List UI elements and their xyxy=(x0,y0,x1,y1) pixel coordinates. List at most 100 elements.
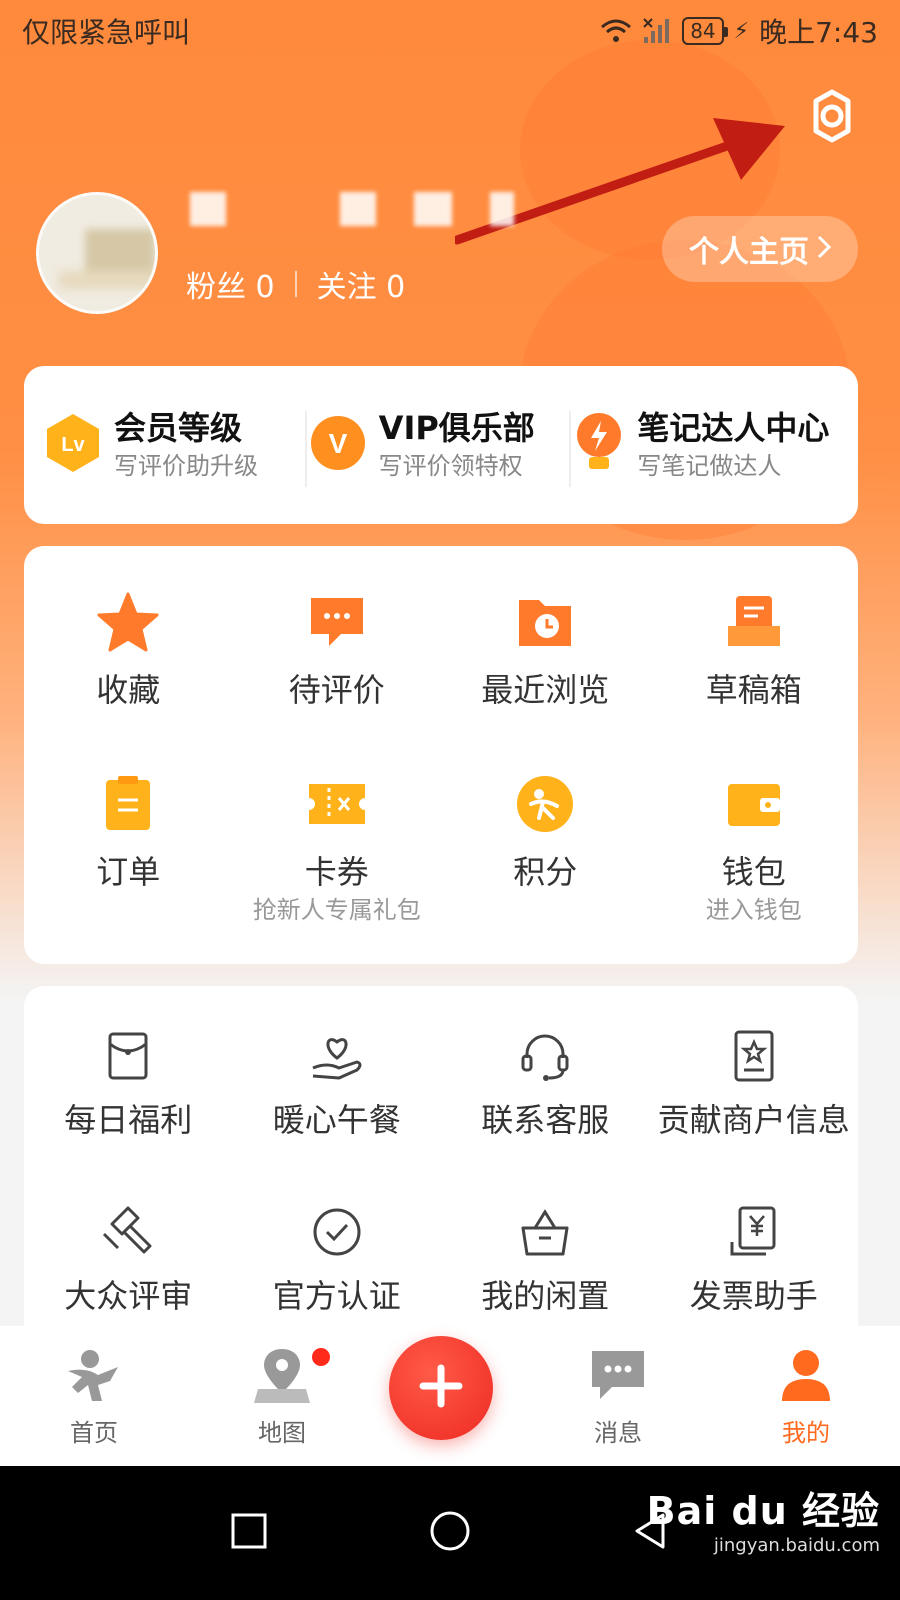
charging-icon: ⚡ xyxy=(733,18,750,44)
grid-label: 官方认证 xyxy=(272,1277,401,1315)
tab-label: 我的 xyxy=(782,1419,830,1447)
tab-map[interactable]: 地图 xyxy=(202,1345,362,1448)
pending-review-button[interactable]: 待评价 xyxy=(233,590,442,712)
grid-label: 待评价 xyxy=(288,671,385,709)
svg-text:V: V xyxy=(328,428,347,459)
grid-label: 最近浏览 xyxy=(481,671,610,709)
heart-hand-icon xyxy=(309,1028,365,1088)
public-review-button[interactable]: 大众评审 xyxy=(24,1204,233,1318)
watermark-logo: Bai du 经验 xyxy=(646,1489,880,1533)
grid-label: 积分 xyxy=(513,853,578,891)
draft-box-icon xyxy=(722,590,786,658)
tab-messages[interactable]: 消息 xyxy=(538,1345,698,1448)
home-mascot-icon xyxy=(64,1345,124,1409)
warm-lunch-button[interactable]: 暖心午餐 xyxy=(233,1028,442,1142)
star-icon xyxy=(96,590,160,658)
grid-label: 每日福利 xyxy=(64,1101,193,1139)
my-idle-items-button[interactable]: 我的闲置 xyxy=(441,1204,650,1318)
gavel-icon xyxy=(100,1204,156,1264)
coupons-button[interactable]: 卡券 抢新人专属礼包 xyxy=(233,772,442,926)
username-redacted xyxy=(490,192,514,226)
comment-icon xyxy=(305,590,369,658)
member-level-entry[interactable]: Lv 会员等级 写评价助升级 xyxy=(44,407,309,483)
svg-text:Lv: Lv xyxy=(61,434,85,456)
membership-card: Lv 会员等级 写评价助升级 V VIP俱乐部 写评价领特权 笔记达人中心 写笔… xyxy=(24,366,858,524)
signal-icon xyxy=(642,17,672,45)
bulb-bolt-icon xyxy=(573,411,625,479)
services-row-2: 大众评审 官方认证 我的闲置 发票助手 xyxy=(24,1204,858,1318)
shortcuts-card: 收藏 待评价 最近浏览 草稿箱 订单 卡券 抢新人专属礼包 积分 钱包 进入钱包 xyxy=(24,546,858,964)
tab-me[interactable]: 我的 xyxy=(726,1345,886,1448)
wallet-icon xyxy=(722,772,786,840)
orders-button[interactable]: 订单 xyxy=(24,772,233,926)
carrier-text: 仅限紧急呼叫 xyxy=(22,16,191,49)
grid-label: 我的闲置 xyxy=(481,1277,610,1315)
grid-label: 暖心午餐 xyxy=(272,1101,401,1139)
official-cert-button[interactable]: 官方认证 xyxy=(233,1204,442,1318)
vip-row-title: 笔记达人中心 xyxy=(637,409,830,447)
home-button[interactable] xyxy=(426,1507,474,1559)
username-redacted xyxy=(414,192,452,226)
status-icons: 84 ⚡ 晚上7:43 xyxy=(600,11,878,51)
invoice-helper-button[interactable]: 发票助手 xyxy=(650,1204,859,1318)
red-envelope-icon xyxy=(100,1028,156,1088)
homepage-button[interactable]: 个人主页 xyxy=(662,216,858,282)
grid-label: 联系客服 xyxy=(481,1101,610,1139)
vip-row-title: VIP俱乐部 xyxy=(378,409,535,447)
favorites-button[interactable]: 收藏 xyxy=(24,590,233,712)
wallet-button[interactable]: 钱包 进入钱包 xyxy=(650,772,859,926)
draft-box-button[interactable]: 草稿箱 xyxy=(650,590,859,712)
vip-club-entry[interactable]: V VIP俱乐部 写评价领特权 xyxy=(304,407,574,487)
clock-time: 晚上7:43 xyxy=(759,16,878,49)
chevron-right-icon xyxy=(817,232,832,267)
avatar[interactable] xyxy=(36,192,158,314)
services-row-1: 每日福利 暖心午餐 联系客服 贡献商户信息 xyxy=(24,1028,858,1142)
grid-label: 卡券 xyxy=(304,853,369,891)
grid-label: 收藏 xyxy=(96,671,161,709)
homepage-button-label: 个人主页 xyxy=(689,235,809,270)
username-redacted xyxy=(190,192,226,226)
grid-label: 贡献商户信息 xyxy=(657,1101,850,1139)
grid-label: 发票助手 xyxy=(689,1277,818,1315)
clock-folder-icon xyxy=(513,590,577,658)
points-button[interactable]: 积分 xyxy=(441,772,650,926)
daily-welfare-button[interactable]: 每日福利 xyxy=(24,1028,233,1142)
map-notification-dot xyxy=(312,1348,330,1366)
lv-badge-icon: Lv xyxy=(44,412,102,478)
post-button[interactable] xyxy=(389,1336,493,1440)
vip-row-subtitle: 写笔记做达人 xyxy=(637,452,782,480)
headset-icon xyxy=(517,1028,573,1088)
vip-row-subtitle: 写评价助升级 xyxy=(114,452,258,480)
merchant-info-button[interactable]: 贡献商户信息 xyxy=(650,1028,859,1142)
grid-label: 订单 xyxy=(96,853,161,891)
merchant-info-icon xyxy=(726,1028,782,1088)
customer-service-button[interactable]: 联系客服 xyxy=(441,1028,650,1142)
grid-label: 钱包 xyxy=(721,853,786,891)
tab-label: 首页 xyxy=(70,1419,118,1447)
vip-row-title: 会员等级 xyxy=(114,409,243,447)
fans-count[interactable]: 粉丝 0 xyxy=(186,262,275,306)
status-bar: 仅限紧急呼叫 84 ⚡ 晚上7:43 xyxy=(0,0,900,62)
settings-button[interactable] xyxy=(800,86,864,150)
follow-count[interactable]: 关注 0 xyxy=(317,262,406,306)
message-icon xyxy=(588,1345,648,1409)
watermark: Bai du 经验 jingyan.baidu.com xyxy=(647,1480,880,1556)
tab-home[interactable]: 首页 xyxy=(14,1345,174,1448)
avatar-redacted xyxy=(59,271,155,289)
grid-sublabel: 进入钱包 xyxy=(705,896,802,924)
recent-browse-button[interactable]: 最近浏览 xyxy=(441,590,650,712)
invoice-icon xyxy=(726,1204,782,1264)
stats-divider xyxy=(294,271,297,297)
recent-apps-button[interactable] xyxy=(227,1509,271,1557)
profile-stats: 粉丝 0 关注 0 xyxy=(186,262,405,306)
plus-icon xyxy=(419,1364,463,1412)
shortcuts-row-1: 收藏 待评价 最近浏览 草稿箱 xyxy=(24,590,858,712)
note-expert-entry[interactable]: 笔记达人中心 写笔记做达人 xyxy=(569,407,838,487)
vip-row-subtitle: 写评价领特权 xyxy=(378,452,523,480)
watermark-url: jingyan.baidu.com xyxy=(713,1535,880,1556)
check-circle-icon xyxy=(309,1204,365,1264)
gear-icon xyxy=(804,88,860,148)
vip-badge-icon: V xyxy=(309,414,367,476)
tab-label: 消息 xyxy=(594,1419,642,1447)
battery-indicator: 84 xyxy=(682,17,729,45)
